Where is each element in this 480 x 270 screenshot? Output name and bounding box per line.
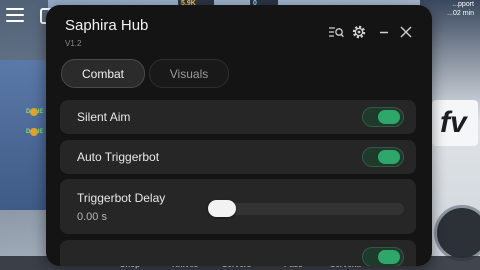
hud-side-badge: DONE (0, 106, 44, 118)
toggle-knob (378, 250, 400, 264)
tab-combat[interactable]: Combat (61, 59, 145, 88)
gear-icon[interactable] (351, 24, 367, 40)
triggerbot-delay-row: Triggerbot Delay 0.00 s (60, 179, 416, 234)
tab-visuals[interactable]: Visuals (149, 59, 229, 88)
triggerbot-delay-value: 0.00 s (77, 211, 107, 223)
hud-top-right-line1: ...pport (452, 1, 474, 8)
auto-triggerbot-row[interactable]: Auto Triggerbot (60, 140, 416, 174)
search-list-icon[interactable] (328, 24, 344, 40)
silent-aim-label: Silent Aim (77, 110, 131, 124)
next-option-row[interactable] (60, 240, 416, 266)
hud-menu-icon[interactable] (6, 8, 24, 22)
game-screen: fv 5.9K 0 ...pport ...02 min DONE DONE S… (0, 0, 480, 270)
background-sign: fv (432, 100, 478, 146)
silent-aim-row[interactable]: Silent Aim (60, 100, 416, 134)
next-option-toggle[interactable] (362, 247, 404, 266)
hud-top-right-line2: ...02 min (447, 10, 474, 17)
hud-side-badge: DONE (0, 126, 44, 138)
hub-window: Saphira Hub V1.2 Combat Visuals Silent A… (46, 5, 432, 266)
silent-aim-toggle[interactable] (362, 107, 404, 127)
toggle-knob (378, 110, 400, 124)
hud-top-right: ...pport ...02 min (447, 0, 474, 18)
window-version: V1.2 (65, 39, 82, 48)
auto-triggerbot-toggle[interactable] (362, 147, 404, 167)
toggle-knob (378, 150, 400, 164)
triggerbot-delay-slider-track[interactable] (208, 203, 404, 215)
minimize-icon[interactable] (376, 24, 392, 40)
auto-triggerbot-label: Auto Triggerbot (77, 150, 160, 164)
close-icon[interactable] (398, 24, 414, 40)
window-title: Saphira Hub (65, 17, 149, 34)
triggerbot-delay-label: Triggerbot Delay (77, 191, 166, 205)
triggerbot-delay-slider-handle[interactable] (208, 200, 236, 217)
